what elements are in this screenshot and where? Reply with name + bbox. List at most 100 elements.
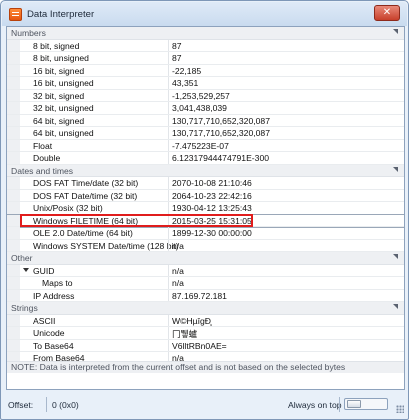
category-header[interactable]: Other: [7, 252, 404, 265]
property-name: Unix/Posix (32 bit): [33, 203, 103, 213]
offset-value: 0 (0x0): [52, 400, 79, 410]
property-name: Unicode: [33, 328, 65, 338]
column-divider: [168, 264, 169, 276]
collapse-arrow-icon[interactable]: [393, 304, 398, 309]
property-row[interactable]: Double 6.12317944474791E-300: [7, 152, 404, 165]
property-row[interactable]: 32 bit, signed -1,253,529,257: [7, 89, 404, 102]
property-name: ASCII: [33, 315, 56, 326]
category-label: Dates and times: [11, 165, 74, 176]
property-row[interactable]: 32 bit, unsigned 3,041,438,039: [7, 102, 404, 115]
property-name: 32 bit, signed: [33, 90, 85, 101]
property-row[interactable]: Float -7.475223E-07: [7, 139, 404, 152]
property-name: 16 bit, unsigned: [33, 78, 94, 88]
property-name: 32 bit, unsigned: [33, 103, 94, 113]
column-divider: [168, 52, 169, 64]
property-value: 6.12317944474791E-300: [172, 153, 270, 163]
category-header[interactable]: Dates and times: [7, 164, 404, 177]
column-divider: [168, 277, 169, 289]
column-divider: [168, 339, 169, 351]
category-header[interactable]: Numbers: [7, 27, 404, 40]
property-value: V6lltRBn0AE=: [172, 340, 227, 351]
property-name: To Base64: [33, 340, 74, 351]
column-divider: [168, 64, 169, 76]
resize-grip-icon[interactable]: [396, 405, 404, 413]
property-name: Maps to: [42, 278, 73, 288]
property-row[interactable]: Windows SYSTEM Date/time (128 bit) n/a: [7, 239, 404, 252]
property-row[interactable]: OLE 2.0 Date/time (64 bit) 1899-12-30 00:…: [7, 227, 404, 240]
property-row[interactable]: 16 bit, signed -22,185: [7, 64, 404, 77]
property-value: 87: [172, 53, 182, 63]
column-divider: [168, 314, 169, 326]
property-name: GUID: [33, 265, 55, 276]
property-name: OLE 2.0 Date/time (64 bit): [33, 228, 133, 238]
property-row[interactable]: Unix/Posix (32 bit) 1930-04-12 13:25:43: [7, 202, 404, 215]
property-grid[interactable]: Numbers 8 bit, signed 87 8 bit, unsigned 87 1…: [6, 26, 405, 390]
column-divider: [168, 189, 169, 201]
property-value: 2070-10-08 21:10:46: [172, 178, 252, 188]
column-divider: [168, 39, 169, 51]
title-bar[interactable]: Data Interpreter ✕: [2, 2, 407, 26]
property-value: n/a: [172, 278, 184, 288]
column-divider: [168, 127, 169, 139]
category-label: Other: [11, 253, 33, 263]
property-value: -22,185: [172, 65, 202, 76]
property-row[interactable]: 16 bit, unsigned 43,351: [7, 77, 404, 90]
property-row[interactable]: Maps to n/a: [7, 277, 404, 290]
property-name: Float: [33, 140, 53, 151]
column-divider: [168, 77, 169, 89]
property-row[interactable]: 64 bit, signed 130,717,710,652,320,087: [7, 114, 404, 127]
property-row[interactable]: Unicode 冂뛯蠦: [7, 327, 404, 340]
collapse-arrow-icon[interactable]: [393, 29, 398, 34]
property-name: DOS FAT Date/time (32 bit): [33, 190, 138, 201]
offset-label: Offset:: [8, 400, 34, 410]
category-label: Strings: [11, 303, 38, 313]
property-row[interactable]: IP Address 87.169.72.181: [7, 289, 404, 302]
property-value: 130,717,710,652,320,087: [172, 115, 270, 126]
column-divider: [168, 152, 169, 164]
status-divider: [339, 397, 340, 412]
property-row[interactable]: DOS FAT Date/time (32 bit) 2064-10-23 22:…: [7, 189, 404, 202]
collapse-arrow-icon[interactable]: [393, 166, 398, 172]
property-row[interactable]: 64 bit, unsigned 130,717,710,652,320,087: [7, 127, 404, 140]
property-value: 3,041,438,039: [172, 103, 227, 113]
property-value: n/a: [172, 265, 184, 276]
collapse-arrow-icon[interactable]: [393, 254, 398, 259]
property-value: 1930-04-12 13:25:43: [172, 203, 252, 213]
note-text: NOTE: Data is interpreted from the curre…: [7, 361, 404, 373]
property-name: IP Address: [33, 290, 75, 301]
column-divider: [168, 177, 169, 189]
property-row[interactable]: 8 bit, signed 87: [7, 39, 404, 52]
property-value: -1,253,529,257: [172, 90, 230, 101]
property-value: -7.475223E-07: [172, 140, 229, 151]
always-on-top-toggle[interactable]: [344, 398, 388, 410]
property-value: n/a: [172, 240, 184, 251]
property-row[interactable]: ASCII W©HµîgÐ̧: [7, 314, 404, 327]
property-name: 8 bit, signed: [33, 40, 80, 51]
app-icon: [9, 8, 22, 21]
always-on-top-label: Always on top: [288, 400, 342, 410]
window-title: Data Interpreter: [27, 9, 95, 20]
column-divider: [168, 102, 169, 114]
category-header[interactable]: Strings: [7, 302, 404, 315]
property-value: 2015-03-25 15:31:05: [172, 215, 252, 226]
property-name: 64 bit, signed: [33, 115, 85, 126]
toggle-knob[interactable]: [347, 400, 361, 408]
expand-arrow-icon[interactable]: [23, 267, 29, 272]
data-interpreter-window: Data Interpreter ✕ Numbers 8 bit, signed 8…: [0, 0, 409, 420]
property-name: 16 bit, signed: [33, 65, 85, 76]
property-row[interactable]: 8 bit, unsigned 87: [7, 52, 404, 65]
property-name: Double: [33, 153, 61, 163]
property-value: 1899-12-30 00:00:00: [172, 228, 252, 238]
property-value: 2064-10-23 22:42:16: [172, 190, 252, 201]
property-name: Windows SYSTEM Date/time (128 bit): [33, 240, 179, 251]
category-label: Numbers: [11, 28, 46, 38]
column-divider: [168, 89, 169, 101]
close-button[interactable]: ✕: [374, 5, 400, 21]
property-row[interactable]: GUID n/a: [7, 264, 404, 277]
property-row[interactable]: Windows FILETIME (64 bit) 2015-03-25 15:3…: [7, 213, 404, 228]
column-divider: [168, 239, 169, 251]
property-row[interactable]: To Base64 V6lltRBn0AE=: [7, 339, 404, 352]
property-name: 64 bit, unsigned: [33, 128, 94, 138]
property-row[interactable]: DOS FAT Time/date (32 bit) 2070-10-08 21:…: [7, 177, 404, 190]
column-divider: [168, 327, 169, 339]
